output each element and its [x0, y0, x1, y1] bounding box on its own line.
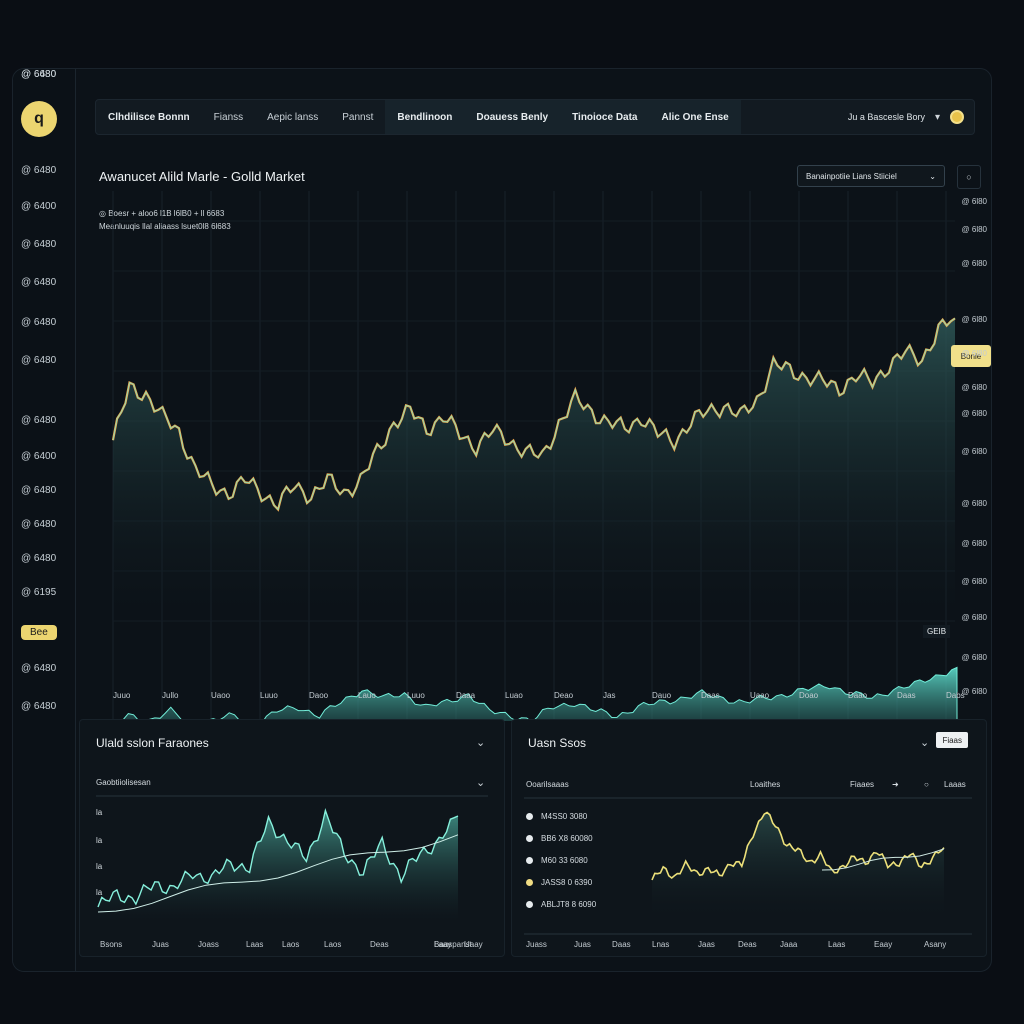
rail-label: @ 6400 [21, 201, 57, 212]
x-axis-label: Dauo [652, 691, 672, 700]
x-axis-label: Laas [246, 940, 264, 949]
x-axis-label: Juas [574, 940, 591, 949]
x-axis-label: Lauo [358, 691, 376, 700]
x-axis-label: Lnas [652, 940, 670, 949]
rail-label: @ 6480 [21, 415, 57, 426]
nav-tab-4[interactable]: Alic One Ense [650, 112, 741, 123]
y-axis-label: @ 6l80 [961, 409, 987, 418]
x-axis-label: Bsons [100, 940, 123, 949]
x-axis-label: Daas [897, 691, 916, 700]
volume-tag: GEIB [923, 625, 951, 638]
rail-label: @ 6480 [21, 317, 57, 328]
coin-icon[interactable] [950, 110, 964, 124]
x-axis-label: Luao [505, 691, 523, 700]
rail-label: @ 6480 [21, 277, 57, 288]
volume-area [117, 666, 958, 721]
x-axis-label: Eaay [874, 940, 893, 949]
x-axis-label: Asany [924, 940, 947, 949]
x-axis-label: Uaao [750, 691, 770, 700]
rail-label[interactable]: Bee [21, 625, 57, 640]
rail-label: @ 6480 [21, 239, 57, 250]
price-chart[interactable] [95, 151, 985, 721]
x-axis-label: Laas [828, 940, 846, 949]
y-axis-label: la [96, 888, 103, 897]
y-axis-label: @ 6l80 [961, 197, 987, 206]
y-axis-label: @ 6l80 [961, 539, 987, 548]
x-axis-label: Dabs [946, 691, 965, 700]
y-axis-label: @ 6l80 [961, 687, 987, 696]
x-axis-label: Laos [282, 940, 300, 949]
x-axis-label: Daoo [309, 691, 329, 700]
x-axis-label: Jas [603, 691, 616, 700]
y-axis-label: @ 6l80 [961, 315, 987, 324]
nav-tab-2[interactable]: Doauess Benly [464, 112, 560, 123]
x-axis-label: Juass [526, 940, 547, 949]
x-axis-label: Jullo [162, 691, 179, 700]
y-axis-label: @ 6l80 [961, 259, 987, 268]
nav-item-3[interactable]: Aepic lanss [255, 112, 330, 123]
chevron-down-icon[interactable]: ▾ [935, 112, 940, 123]
rail-label: @ 6680 [21, 69, 57, 80]
brand-logo-icon[interactable]: q [21, 101, 57, 137]
y-axis-label: la [96, 808, 103, 817]
x-axis-label: Daaa [456, 691, 476, 700]
y-axis-label: @ 6l80 [961, 349, 987, 358]
y-axis-label: @ 6l80 [961, 653, 987, 662]
x-axis-label: Laay [434, 940, 452, 949]
x-axis-label: Uaoo [211, 691, 231, 700]
x-axis-label: Deas [738, 940, 757, 949]
x-axis-label: Luuo [407, 691, 425, 700]
nav-tab-3[interactable]: Tinoioce Data [560, 112, 649, 123]
x-axis-label: Daao [848, 691, 868, 700]
main-chart-panel: Awanucet Alild Marle - Golld Market Bana… [95, 151, 991, 721]
app-window: q @ 6480 @ 6400 @ 6480 @ 6480 @ 6480 @ 6480 @ … [12, 68, 992, 972]
x-axis-label: Deao [554, 691, 574, 700]
x-axis-label: Jaaa [780, 940, 798, 949]
nav-item-2[interactable]: Fianss [202, 112, 255, 123]
x-axis-label: Laos [324, 940, 342, 949]
account-menu[interactable]: Ju a Bascesle Bory [848, 112, 925, 122]
x-axis-label: Daas [701, 691, 720, 700]
x-axis-label: Daas [612, 940, 631, 949]
y-axis-label: @ 6l80 [961, 447, 987, 456]
rail-label: @ 6480 [21, 165, 57, 176]
rail-label: @ 6480 [21, 355, 57, 366]
bottom-left-panel: Ulald sslon Faraones ⌄ Gaobtiiolisesan ⌄… [79, 719, 505, 957]
y-axis-label: la [96, 836, 103, 845]
x-axis-label: Luuo [260, 691, 278, 700]
y-axis-label: @ 6l80 [961, 225, 987, 234]
left-area-chart[interactable] [80, 720, 504, 956]
x-axis-label: Juuo [113, 691, 131, 700]
y-axis-label: @ 6l80 [961, 577, 987, 586]
rail-label: @ 6480 [21, 663, 57, 674]
nav-section: Bendlinoon Doauess Benly Tinoioce Data A… [385, 100, 741, 134]
x-axis-label: Joass [198, 940, 219, 949]
nav-item-4[interactable]: Pannst [330, 112, 385, 123]
rail-label: @ 6480 [21, 485, 57, 496]
y-axis-label: @ 6l80 [961, 383, 987, 392]
x-axis-label: Juas [152, 940, 169, 949]
rail-label: @ 6480 [21, 519, 57, 530]
x-axis-label: Doao [799, 691, 819, 700]
bottom-right-panel: Uasn Ssos ⌄ Fiaas Ooarilsaaas Loaithes F… [511, 719, 987, 957]
x-axis-label: Uaay [464, 940, 483, 949]
nav-item-home[interactable]: Clhdilisce Bonnn [96, 112, 202, 123]
left-rail: q @ 6480 @ 6400 @ 6480 @ 6480 @ 6480 @ 6480 @ … [13, 69, 76, 971]
rail-label: @ 6400 [21, 451, 57, 462]
rail-label: @ 6195 [21, 587, 57, 598]
x-axis-label: Deas [370, 940, 389, 949]
price-area [113, 318, 955, 621]
y-axis-label: @ 6l80 [961, 499, 987, 508]
account-area: Ju a Bascesle Bory ▾ [848, 110, 974, 124]
rail-label: @ 6480 [21, 553, 57, 564]
rail-label: @ 6480 [21, 701, 57, 712]
top-navigation: Clhdilisce Bonnn Fianss Aepic lanss Pann… [95, 99, 975, 135]
y-axis-label: @ 6l80 [961, 613, 987, 622]
right-line-chart[interactable] [512, 720, 986, 956]
y-axis-label: la [96, 862, 103, 871]
x-axis-label: Jaas [698, 940, 715, 949]
nav-tab-1[interactable]: Bendlinoon [385, 112, 464, 123]
